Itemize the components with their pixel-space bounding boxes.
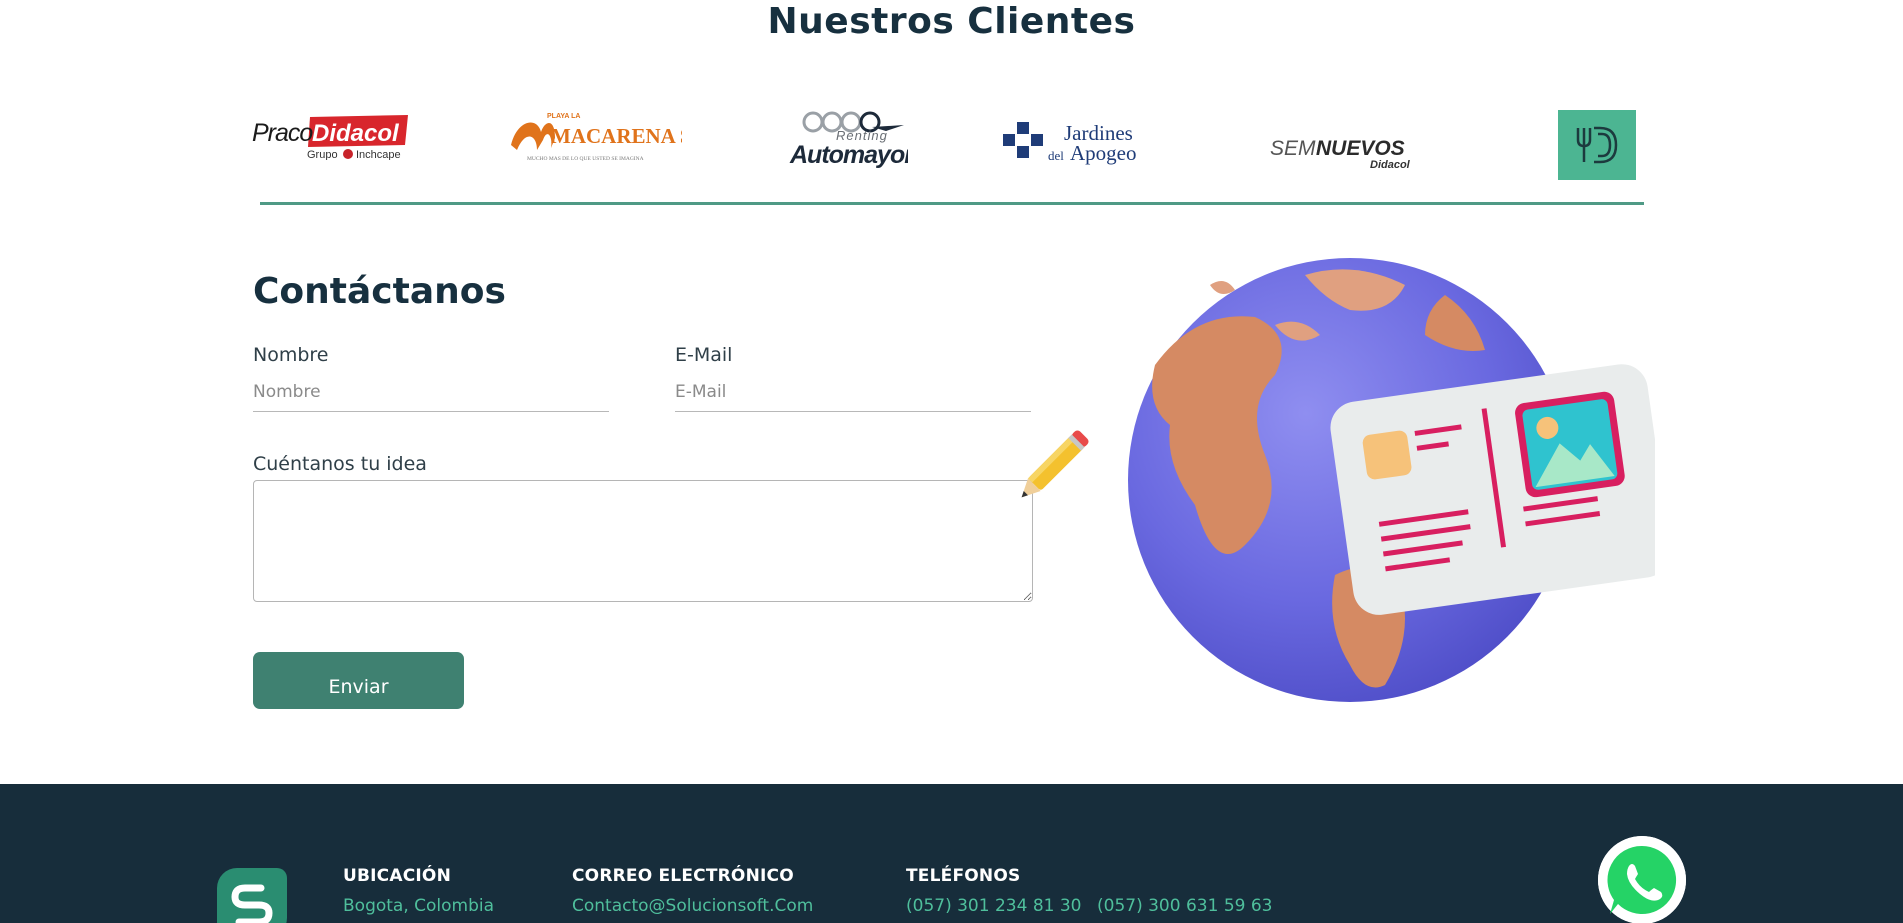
section-divider xyxy=(260,202,1644,205)
semi-text: SEMI xyxy=(1270,137,1322,160)
automayor-text: Automayor xyxy=(789,141,908,169)
phone-2-link[interactable]: (057) 300 631 59 63 xyxy=(1097,896,1273,916)
idea-label: Cuéntanos tu idea xyxy=(253,453,427,475)
playa-text: PLAYA LA xyxy=(547,113,580,120)
logo-seminuevos-didacol: SEMI NUEVOS Didacol xyxy=(1270,133,1415,173)
logo-praco-didacol: Praco Didacol Grupo Inchcape xyxy=(250,115,410,161)
macarena-slogan-text: MUCHO MAS DE LO QUE USTED SE IMAGINA xyxy=(527,156,644,162)
grupo-text: Grupo xyxy=(307,149,338,160)
footer: UBICACIÓN Bogota, Colombia CORREO ELECTR… xyxy=(0,784,1903,923)
inchcape-text: Inchcape xyxy=(356,149,401,160)
logo-automayor: Renting Automayor xyxy=(788,103,916,173)
didacol-text: Didacol xyxy=(312,120,400,147)
contact-title: Contáctanos xyxy=(253,271,506,312)
location-title: UBICACIÓN xyxy=(343,866,452,886)
email-label: E-Mail xyxy=(675,344,733,366)
macarena-text: MACARENA S.A. xyxy=(551,124,682,148)
clients-title: Nuestros Clientes xyxy=(767,1,1136,42)
didacol-sub-text: Didacol xyxy=(1370,159,1411,171)
globe-postcard-illustration xyxy=(1125,255,1671,705)
apogeo-text: Apogeo xyxy=(1070,141,1137,165)
send-button[interactable]: Enviar xyxy=(253,652,464,709)
name-input[interactable] xyxy=(253,378,609,412)
logo-restaurant xyxy=(1558,110,1636,180)
logo-playa-la-macarena: PLAYA LA MACARENA S.A. MUCHO MAS DE LO Q… xyxy=(507,110,717,170)
location-value: Bogota, Colombia xyxy=(343,896,495,916)
pencil-icon xyxy=(1005,420,1100,515)
phones-title: TELÉFONOS xyxy=(906,866,1021,886)
name-label: Nombre xyxy=(253,344,329,366)
email-input[interactable] xyxy=(675,378,1031,412)
logo-jardines-del-apogeo: Jardines del Apogeo xyxy=(1000,120,1145,165)
idea-textarea[interactable] xyxy=(253,480,1033,602)
email-link[interactable]: Contacto@Solucionsoft.Com xyxy=(572,896,813,916)
nuevos-text: NUEVOS xyxy=(1316,137,1405,160)
email-title: CORREO ELECTRÓNICO xyxy=(572,866,794,886)
clients-logos: Praco Didacol Grupo Inchcape PLAYA LA MA… xyxy=(0,95,1903,195)
whatsapp-icon[interactable] xyxy=(1598,836,1686,923)
del-text: del xyxy=(1048,148,1064,163)
solucionsoft-logo-icon[interactable] xyxy=(217,868,287,923)
praco-text: Praco xyxy=(252,119,313,147)
phone-1-link[interactable]: (057) 301 234 81 30 xyxy=(906,896,1082,916)
